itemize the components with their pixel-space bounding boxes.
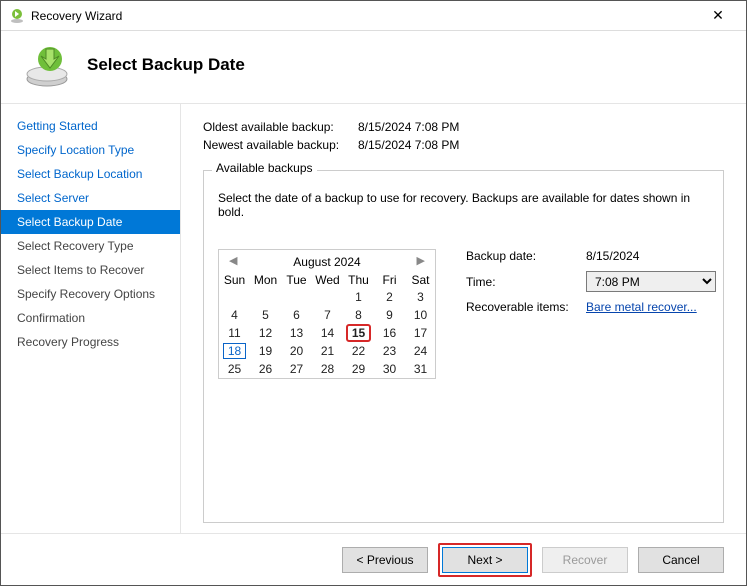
calendar-day[interactable]: 18 [219, 342, 250, 360]
backup-details: Backup date: 8/15/2024 Time: 7:08 PM Rec… [466, 249, 716, 322]
calendar-day[interactable]: 26 [250, 360, 281, 378]
calendar-day [219, 288, 250, 306]
calendar-weekday: Mon [250, 272, 281, 288]
wizard-step[interactable]: Specify Recovery Options [1, 282, 180, 306]
calendar-day[interactable]: 21 [312, 342, 343, 360]
calendar-day[interactable]: 7 [312, 306, 343, 324]
calendar-day [281, 288, 312, 306]
titlebar: Recovery Wizard ✕ [1, 1, 746, 31]
backup-date-value: 8/15/2024 [586, 249, 639, 263]
calendar-day[interactable]: 27 [281, 360, 312, 378]
group-hint: Select the date of a backup to use for r… [218, 191, 709, 219]
wizard-step[interactable]: Confirmation [1, 306, 180, 330]
calendar-weekday: Tue [281, 272, 312, 288]
calendar-day[interactable]: 25 [219, 360, 250, 378]
calendar-day[interactable]: 3 [405, 288, 436, 306]
recoverable-items-link[interactable]: Bare metal recover... [586, 300, 697, 314]
calendar-grid: SunMonTueWedThuFriSat 123456789101112131… [219, 272, 436, 378]
page-title: Select Backup Date [87, 55, 245, 75]
calendar-day[interactable]: 4 [219, 306, 250, 324]
calendar-day[interactable]: 16 [374, 324, 405, 342]
calendar-day[interactable]: 1 [343, 288, 374, 306]
next-button-highlight: Next > [438, 543, 532, 577]
time-select[interactable]: 7:08 PM [586, 271, 716, 292]
available-backups-group: Available backups Select the date of a b… [203, 170, 724, 523]
wizard-step[interactable]: Recovery Progress [1, 330, 180, 354]
calendar-day[interactable]: 10 [405, 306, 436, 324]
calendar-day[interactable]: 17 [405, 324, 436, 342]
calendar-day[interactable]: 8 [343, 306, 374, 324]
calendar-day[interactable]: 28 [312, 360, 343, 378]
calendar-day[interactable]: 15 [343, 324, 374, 342]
calendar-day[interactable]: 12 [250, 324, 281, 342]
wizard-step[interactable]: Select Recovery Type [1, 234, 180, 258]
calendar[interactable]: ◀ August 2024 ▶ SunMonTueWedThuFriSat 12… [218, 249, 436, 379]
cancel-button[interactable]: Cancel [638, 547, 724, 573]
wizard-step[interactable]: Select Backup Location [1, 162, 180, 186]
backup-date-label: Backup date: [466, 249, 586, 263]
calendar-day[interactable]: 9 [374, 306, 405, 324]
calendar-day[interactable]: 13 [281, 324, 312, 342]
next-button[interactable]: Next > [442, 547, 528, 573]
recovery-wizard-icon [23, 41, 71, 89]
time-label: Time: [466, 275, 586, 289]
wizard-steps-sidebar: Getting StartedSpecify Location TypeSele… [1, 104, 181, 533]
calendar-day[interactable]: 31 [405, 360, 436, 378]
calendar-day[interactable]: 20 [281, 342, 312, 360]
wizard-step[interactable]: Select Backup Date [1, 210, 180, 234]
calendar-day[interactable]: 30 [374, 360, 405, 378]
calendar-day[interactable]: 19 [250, 342, 281, 360]
calendar-day[interactable]: 23 [374, 342, 405, 360]
group-legend: Available backups [212, 161, 317, 175]
previous-button[interactable]: < Previous [342, 547, 428, 573]
recoverable-items-label: Recoverable items: [466, 300, 586, 314]
calendar-weekday: Sat [405, 272, 436, 288]
calendar-day[interactable]: 11 [219, 324, 250, 342]
newest-backup-label: Newest available backup: [203, 138, 358, 152]
oldest-backup-value: 8/15/2024 7:08 PM [358, 120, 459, 134]
calendar-weekday: Sun [219, 272, 250, 288]
oldest-backup-label: Oldest available backup: [203, 120, 358, 134]
calendar-weekday: Thu [343, 272, 374, 288]
page-header: Select Backup Date [1, 31, 746, 103]
wizard-footer: < Previous Next > Recover Cancel [1, 533, 746, 585]
recover-button: Recover [542, 547, 628, 573]
wizard-step[interactable]: Specify Location Type [1, 138, 180, 162]
calendar-day[interactable]: 2 [374, 288, 405, 306]
calendar-day[interactable]: 6 [281, 306, 312, 324]
calendar-next-month[interactable]: ▶ [411, 254, 431, 267]
calendar-day [250, 288, 281, 306]
wizard-step[interactable]: Getting Started [1, 114, 180, 138]
calendar-month-label: August 2024 [293, 255, 360, 269]
calendar-day [312, 288, 343, 306]
calendar-day[interactable]: 29 [343, 360, 374, 378]
backup-range-info: Oldest available backup: 8/15/2024 7:08 … [203, 120, 724, 156]
newest-backup-value: 8/15/2024 7:08 PM [358, 138, 459, 152]
calendar-day[interactable]: 24 [405, 342, 436, 360]
main-panel: Oldest available backup: 8/15/2024 7:08 … [181, 104, 746, 533]
wizard-step[interactable]: Select Server [1, 186, 180, 210]
calendar-weekday: Fri [374, 272, 405, 288]
calendar-prev-month[interactable]: ◀ [223, 254, 243, 267]
calendar-day[interactable]: 14 [312, 324, 343, 342]
calendar-day[interactable]: 5 [250, 306, 281, 324]
recovery-wizard-window: Recovery Wizard ✕ Select Backup Date Get… [0, 0, 747, 586]
close-button[interactable]: ✕ [698, 7, 738, 24]
calendar-weekday: Wed [312, 272, 343, 288]
app-icon [9, 8, 25, 24]
window-title: Recovery Wizard [31, 9, 698, 23]
calendar-day[interactable]: 22 [343, 342, 374, 360]
wizard-step[interactable]: Select Items to Recover [1, 258, 180, 282]
